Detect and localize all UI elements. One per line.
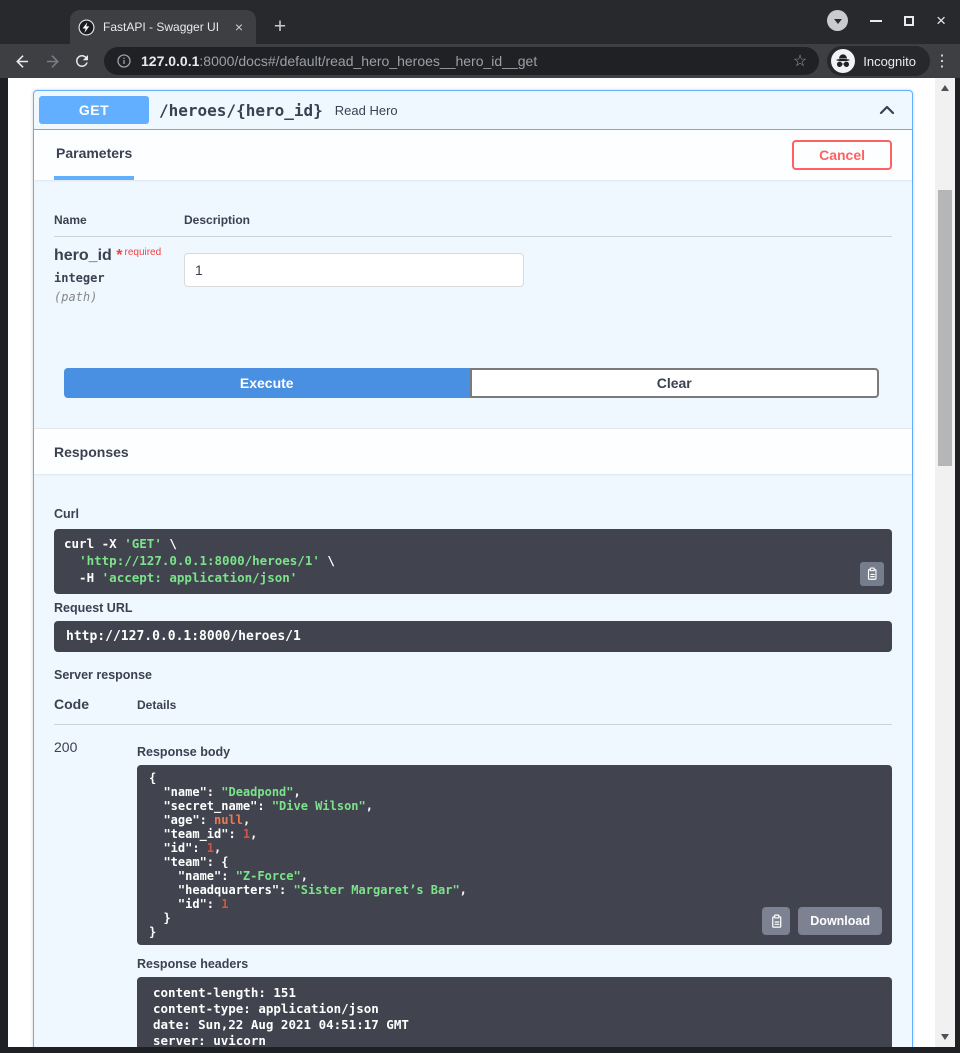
required-asterisk: * [116,247,122,264]
column-description: Description [184,213,250,227]
fastapi-logo-icon [78,19,95,36]
url-host: 127.0.0.1 [141,53,199,69]
address-bar[interactable]: 127.0.0.1:8000/docs#/default/read_hero_h… [104,47,819,75]
browser-toolbar: 127.0.0.1:8000/docs#/default/read_hero_h… [0,44,960,78]
new-tab-icon[interactable]: + [266,13,294,41]
response-body-label: Response body [137,738,892,765]
parameters-table-head: Name Description [54,180,892,237]
parameter-name-cell: hero_id *required integer (path) [54,247,184,304]
column-name: Name [54,213,184,227]
parameter-type: integer [54,271,184,285]
response-headers-value: content-length: 151 content-type: applic… [137,977,892,1047]
scrollbar-thumb[interactable] [938,190,952,466]
reload-icon[interactable] [68,47,96,75]
swagger-page: GET /heroes/{hero_id} Read Hero Paramete… [8,78,935,1047]
download-button[interactable]: Download [798,907,882,935]
page-scrollbar[interactable] [935,78,955,1047]
scrollbar-down-icon[interactable] [935,1029,955,1045]
parameters-section-header: Parameters Cancel [34,130,912,180]
tab-search-icon[interactable] [827,10,848,31]
curl-command: curl -X 'GET' \ 'http://127.0.0.1:8000/h… [54,529,892,594]
window-controls: × [827,10,946,31]
copy-icon[interactable] [762,907,790,935]
request-url-label: Request URL [54,594,892,621]
http-method-badge: GET [39,96,149,124]
operation-block: GET /heroes/{hero_id} Read Hero Paramete… [33,90,913,1047]
tab-close-icon[interactable]: × [230,18,248,36]
tab-strip: FastAPI - Swagger UI × + × [0,0,960,44]
collapse-chevron-up-icon[interactable] [877,100,897,120]
parameter-row: hero_id *required integer (path) [54,237,892,368]
browser-tab[interactable]: FastAPI - Swagger UI × [70,10,256,44]
incognito-icon [831,49,855,73]
request-url-value: http://127.0.0.1:8000/heroes/1 [54,621,892,652]
minimize-icon[interactable] [870,20,882,22]
server-response-label: Server response [54,652,892,696]
clear-button[interactable]: Clear [470,368,880,398]
parameter-value-cell [184,247,524,304]
cancel-button[interactable]: Cancel [792,140,892,170]
tab-parameters[interactable]: Parameters [54,130,134,180]
column-details: Details [137,698,176,712]
operation-path: /heroes/{hero_id} [159,101,323,120]
execute-button-group: Execute Clear [64,368,879,398]
required-label: required [124,247,161,258]
url-text[interactable]: 127.0.0.1:8000/docs#/default/read_hero_h… [141,53,784,69]
operation-summary: Read Hero [335,103,398,118]
site-info-icon[interactable] [116,53,132,69]
responses-title: Responses [54,444,129,460]
tab-title: FastAPI - Swagger UI [103,20,222,34]
incognito-label: Incognito [863,54,916,69]
response-headers-label: Response headers [137,945,892,977]
responses-body: Curl curl -X 'GET' \ 'http://127.0.0.1:8… [34,474,912,1047]
status-code: 200 [54,738,137,1047]
parameter-location: (path) [54,290,184,304]
parameter-name: hero_id [54,247,112,264]
operation-header[interactable]: GET /heroes/{hero_id} Read Hero [34,91,912,130]
maximize-icon[interactable] [904,16,914,26]
back-icon[interactable] [8,47,36,75]
execute-button[interactable]: Execute [64,368,470,398]
hero-id-input[interactable] [184,253,524,287]
browser-menu-icon[interactable]: ⋮ [932,51,952,71]
parameters-table: Name Description hero_id *required integ… [34,180,912,428]
incognito-badge: Incognito [827,46,930,76]
close-icon[interactable]: × [936,14,946,28]
url-path: :8000/docs#/default/read_hero_heroes__he… [199,53,537,69]
scrollbar-up-icon[interactable] [935,80,955,96]
response-row: 200 Response body { "name": "Deadpond", … [54,725,892,1047]
forward-icon[interactable] [38,47,66,75]
responses-section-header: Responses [34,428,912,474]
curl-label: Curl [54,474,892,529]
copy-icon[interactable] [860,562,884,586]
response-table-head: Code Details [54,696,892,725]
column-code: Code [54,696,137,712]
bookmark-star-icon[interactable]: ☆ [793,51,807,71]
